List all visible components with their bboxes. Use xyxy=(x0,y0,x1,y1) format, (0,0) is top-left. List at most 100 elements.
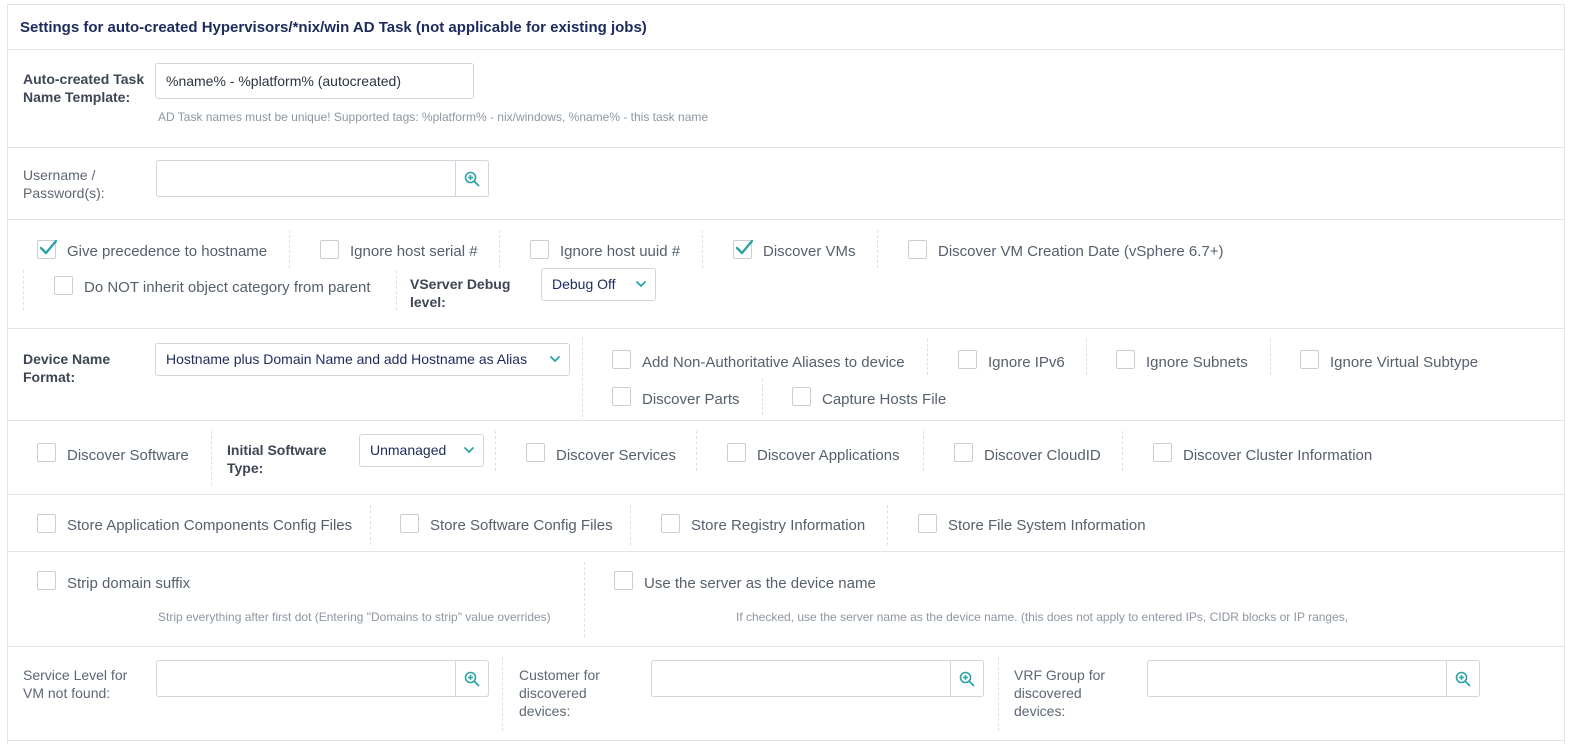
zoom-in-icon xyxy=(959,671,975,686)
divider xyxy=(923,431,924,471)
ignore-uuid-label: Ignore host uuid # xyxy=(560,243,681,260)
discover-services-label: Discover Services xyxy=(556,447,677,464)
strip-domain-help-text: Strip everything after first dot (Enteri… xyxy=(158,610,551,624)
initial-software-type-value: Unmanaged xyxy=(370,442,447,458)
store-software-config-checkbox[interactable] xyxy=(400,514,419,533)
customer-lookup-button[interactable] xyxy=(951,660,984,697)
zoom-in-icon xyxy=(464,671,480,686)
divider xyxy=(211,431,212,485)
discover-vms-checkbox[interactable] xyxy=(733,239,754,259)
chevron-down-icon xyxy=(464,447,474,454)
discover-vm-creation-checkbox[interactable] xyxy=(908,240,927,259)
device-name-section: Device Name Format: Hostname plus Domain… xyxy=(8,329,1564,421)
divider xyxy=(762,379,763,415)
divider xyxy=(396,270,397,310)
debug-level-value: Debug Off xyxy=(552,276,616,292)
customer-label-line2: discovered xyxy=(519,685,587,701)
discover-software-label: Discover Software xyxy=(67,447,189,464)
chevron-down-icon xyxy=(550,356,560,363)
assignments-section: Service Level for VM not found: Customer… xyxy=(8,647,1564,741)
task-name-template-input[interactable] xyxy=(155,63,474,99)
use-server-checkbox[interactable] xyxy=(614,571,633,590)
add-aliases-checkbox[interactable] xyxy=(612,350,631,369)
customer-label-line1: Customer for xyxy=(519,667,600,683)
debug-level-label-line1: VServer Debug xyxy=(410,276,511,292)
service-level-input[interactable] xyxy=(156,660,456,697)
divider xyxy=(584,562,585,637)
ignore-subnets-checkbox[interactable] xyxy=(1116,350,1135,369)
divider xyxy=(630,505,631,545)
ignore-ipv6-checkbox[interactable] xyxy=(958,350,977,369)
vrf-group-label-line1: VRF Group for xyxy=(1014,667,1106,683)
discovery-options-section: Give precedence to hostname Ignore host … xyxy=(8,220,1564,329)
store-registry-label: Store Registry Information xyxy=(691,517,866,534)
credentials-label-line1: Username / xyxy=(23,167,96,183)
divider xyxy=(702,230,703,268)
divider xyxy=(502,657,503,731)
debug-level-select[interactable]: Debug Off xyxy=(541,268,656,301)
initial-software-type-select[interactable]: Unmanaged xyxy=(359,434,484,467)
credentials-input[interactable] xyxy=(156,160,456,197)
store-registry-checkbox[interactable] xyxy=(661,514,680,533)
discover-parts-label: Discover Parts xyxy=(642,391,740,408)
discover-cluster-label: Discover Cluster Information xyxy=(1183,447,1373,464)
checkmark-icon xyxy=(735,239,754,255)
discover-vms-label: Discover VMs xyxy=(763,243,856,260)
vrf-group-lookup xyxy=(1147,660,1481,697)
ignore-serial-checkbox[interactable] xyxy=(320,240,339,259)
add-aliases-label: Add Non-Authoritative Aliases to device xyxy=(642,354,905,371)
credentials-label-line2: Password(s): xyxy=(23,185,105,201)
vrf-group-label-line2: discovered xyxy=(1014,685,1082,701)
customer-lookup xyxy=(651,660,985,697)
divider xyxy=(927,339,928,375)
vrf-group-label: VRF Group for discovered devices: xyxy=(1014,666,1105,720)
divider xyxy=(696,431,697,471)
discover-cloudid-checkbox[interactable] xyxy=(954,443,973,462)
discover-software-checkbox[interactable] xyxy=(37,443,56,462)
task-name-label-line1: Auto-created Task xyxy=(23,71,145,87)
store-app-components-checkbox[interactable] xyxy=(37,514,56,533)
no-inherit-category-checkbox[interactable] xyxy=(54,276,73,295)
discover-cluster-checkbox[interactable] xyxy=(1153,443,1172,462)
ignore-virtual-subtype-label: Ignore Virtual Subtype xyxy=(1330,354,1479,371)
give-precedence-checkbox[interactable] xyxy=(37,239,58,259)
discover-vm-creation-label: Discover VM Creation Date (vSphere 6.7+) xyxy=(938,243,1224,260)
strip-domain-checkbox[interactable] xyxy=(37,571,56,590)
divider xyxy=(23,270,24,310)
initial-software-type-label-line1: Initial Software xyxy=(227,442,327,458)
divider xyxy=(887,505,888,545)
divider xyxy=(582,337,583,417)
discover-parts-checkbox[interactable] xyxy=(612,387,631,406)
ignore-ipv6-label: Ignore IPv6 xyxy=(988,354,1065,371)
device-name-format-value: Hostname plus Domain Name and add Hostna… xyxy=(166,351,528,367)
discover-services-checkbox[interactable] xyxy=(526,443,545,462)
vrf-group-input[interactable] xyxy=(1147,660,1447,697)
service-level-label-line2: VM not found: xyxy=(23,685,111,701)
ignore-virtual-subtype-checkbox[interactable] xyxy=(1300,350,1319,369)
vrf-group-lookup-button[interactable] xyxy=(1447,660,1480,697)
device-name-label-line1: Device Name xyxy=(23,351,111,367)
discover-applications-label: Discover Applications xyxy=(757,447,900,464)
divider xyxy=(499,230,500,268)
capture-hosts-label: Capture Hosts File xyxy=(822,391,947,408)
customer-input[interactable] xyxy=(651,660,951,697)
discover-cloudid-label: Discover CloudID xyxy=(984,447,1101,464)
device-name-label: Device Name Format: xyxy=(23,350,110,386)
divider xyxy=(877,230,878,268)
service-level-lookup-button[interactable] xyxy=(456,660,489,697)
debug-level-label-line2: level: xyxy=(410,294,446,310)
credentials-lookup-button[interactable] xyxy=(456,160,489,197)
capture-hosts-checkbox[interactable] xyxy=(792,387,811,406)
task-name-label: Auto-created Task Name Template: xyxy=(23,70,144,106)
discover-applications-checkbox[interactable] xyxy=(727,443,746,462)
divider xyxy=(998,657,999,731)
store-file-system-checkbox[interactable] xyxy=(918,514,937,533)
device-name-format-select[interactable]: Hostname plus Domain Name and add Hostna… xyxy=(155,343,570,376)
divider xyxy=(1270,339,1271,375)
debug-level-label: VServer Debug level: xyxy=(410,275,510,311)
task-name-label-line2: Name Template: xyxy=(23,89,131,105)
initial-software-type-label-line2: Type: xyxy=(227,460,264,476)
store-software-config-label: Store Software Config Files xyxy=(430,517,613,534)
ignore-uuid-checkbox[interactable] xyxy=(530,240,549,259)
divider xyxy=(1122,431,1123,471)
